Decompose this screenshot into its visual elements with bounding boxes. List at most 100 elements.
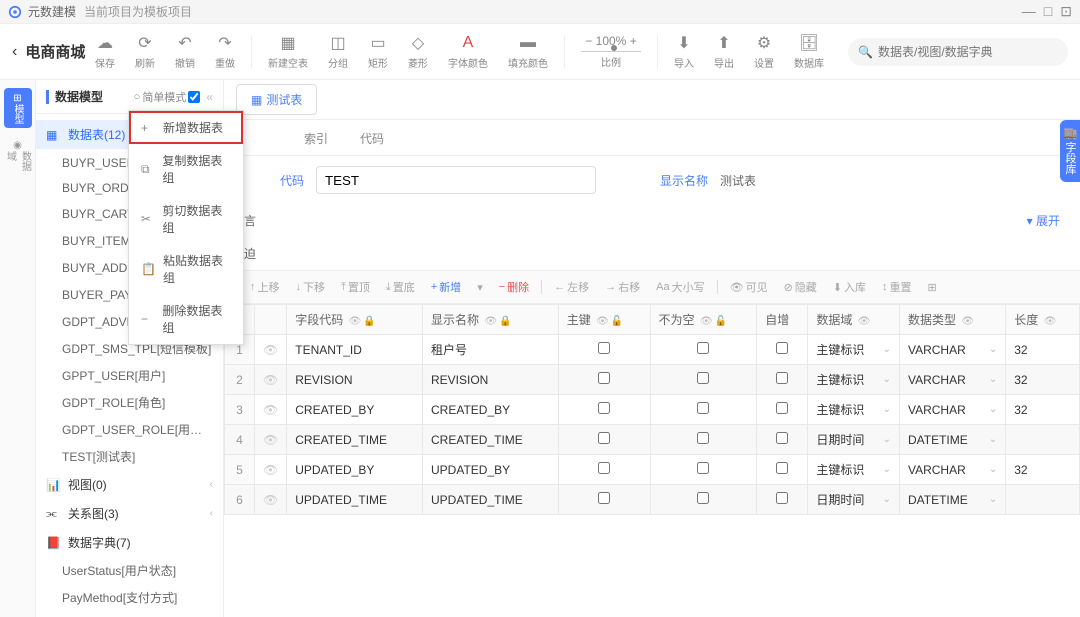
cell-name[interactable]: UPDATED_TIME [423,485,559,515]
cell-code[interactable]: UPDATED_TIME [287,485,423,515]
cell-type[interactable]: VARCHAR⌄ [899,365,1005,395]
cell-length[interactable]: 32 [1006,365,1080,395]
cell-length[interactable]: 32 [1006,395,1080,425]
col-length[interactable]: 长度 👁 [1006,305,1080,335]
visibility-icon[interactable]: 👁 [255,485,287,515]
field-library-button[interactable]: 🏬字段库 [1060,120,1080,182]
cell-length[interactable] [1006,425,1080,455]
cell-type[interactable]: VARCHAR⌄ [899,335,1005,365]
visibility-icon[interactable]: 👁 [255,365,287,395]
visibility-icon[interactable]: 👁 [255,335,287,365]
rect-button[interactable]: ▭矩形 [360,31,396,72]
cell-name[interactable]: REVISION [423,365,559,395]
col-domain[interactable]: 数据域 👁 [808,305,900,335]
table-row[interactable]: 4👁CREATED_TIMECREATED_TIME日期时间⌄DATETIME⌄ [225,425,1080,455]
cell-name[interactable]: CREATED_BY [423,395,559,425]
table-row[interactable]: 5👁UPDATED_BYUPDATED_BY主键标识⌄VARCHAR⌄32 [225,455,1080,485]
tree-item[interactable]: GPPT_USER[用户] [36,362,223,389]
tb-right[interactable]: →右移 [599,277,646,297]
cell-notnull[interactable] [650,365,757,395]
search-input[interactable] [848,38,1068,66]
cell-notnull[interactable] [650,425,757,455]
cell-name[interactable]: UPDATED_BY [423,455,559,485]
tb-del[interactable]: −删除 [493,277,535,297]
tb-reset[interactable]: ↕重置 [876,277,918,297]
tree-item[interactable]: GDPT_USER_ROLE[用户角色] [36,416,223,443]
cell-domain[interactable]: 日期时间⌄ [808,425,900,455]
rail-model[interactable]: ⊞模型 [4,88,32,128]
font-color-button[interactable]: A字体颜色 [440,31,496,72]
menu-copy-group[interactable]: ⧉复制数据表组 [129,144,243,194]
database-button[interactable]: 🗄数据库 [786,31,832,72]
tab-test-table[interactable]: ▦ 测试表 [236,84,317,115]
cell-name[interactable]: CREATED_TIME [423,425,559,455]
cell-code[interactable]: TENANT_ID [287,335,423,365]
tb-show[interactable]: 👁可见 [724,277,774,297]
tree-item[interactable]: PayMethod[支付方式] [36,584,223,611]
tb-store[interactable]: ⬇入库 [827,277,872,297]
subtab-code[interactable]: 代码 [356,130,388,155]
shape-button[interactable]: ◇菱形 [400,31,436,72]
tb-top[interactable]: ⤒置顶 [335,277,376,297]
cell-type[interactable]: VARCHAR⌄ [899,395,1005,425]
cell-pk[interactable] [558,335,650,365]
tree-item[interactable]: TEST[测试表] [36,443,223,470]
cell-length[interactable]: 32 [1006,335,1080,365]
visibility-icon[interactable]: 👁 [255,425,287,455]
maximize-button[interactable]: □ [1044,3,1052,20]
col-autoinc[interactable]: 自增 [757,305,808,335]
save-button[interactable]: ☁保存 [87,31,123,72]
cell-domain[interactable]: 主键标识⌄ [808,395,900,425]
cell-domain[interactable]: 日期时间⌄ [808,485,900,515]
tree-group-relations[interactable]: ⫘ 关系图(3) ‹ [36,499,223,528]
import-button[interactable]: ⬇导入 [666,31,702,72]
cell-pk[interactable] [558,425,650,455]
tb-left[interactable]: ←左移 [548,277,595,297]
tb-dropdown[interactable]: ▾ [471,279,489,296]
minimize-button[interactable]: — [1022,3,1036,20]
cell-autoinc[interactable] [757,455,808,485]
cell-notnull[interactable] [650,335,757,365]
table-row[interactable]: 6👁UPDATED_TIMEUPDATED_TIME日期时间⌄DATETIME⌄ [225,485,1080,515]
col-notnull[interactable]: 不为空 👁🔓 [650,305,757,335]
zoom-out-icon[interactable]: − [585,34,592,48]
tb-more[interactable]: ⊞ [922,279,943,296]
simple-mode-toggle[interactable]: ○简单模式 [134,89,201,105]
collapse-icon[interactable]: « [206,90,213,104]
tb-case[interactable]: Aa大小写 [650,277,710,297]
cell-pk[interactable] [558,395,650,425]
cell-notnull[interactable] [650,485,757,515]
cell-pk[interactable] [558,455,650,485]
tree-item[interactable]: InvoiceType[发票类型] [36,611,223,617]
zoom-control[interactable]: − 100% + 比例 [573,32,649,71]
col-pk[interactable]: 主键 👁🔓 [558,305,650,335]
tree-group-views[interactable]: 📊 视图(0) ‹ [36,470,223,499]
tb-down[interactable]: ↓下移 [290,277,332,297]
cell-autoinc[interactable] [757,365,808,395]
cell-name[interactable]: 租户号 [423,335,559,365]
tree-item[interactable]: UserStatus[用户状态] [36,557,223,584]
redo-button[interactable]: ↷重做 [207,31,243,72]
tb-add[interactable]: +新增 [425,277,467,297]
rail-domain[interactable]: ◉数据域 [4,140,32,180]
visibility-icon[interactable]: 👁 [255,455,287,485]
tree-item[interactable]: GDPT_ROLE[角色] [36,389,223,416]
subtab-index[interactable]: 索引 [300,130,332,155]
cell-notnull[interactable] [650,395,757,425]
fill-color-button[interactable]: ▬填充颜色 [500,31,556,72]
cell-autoinc[interactable] [757,485,808,515]
cell-length[interactable] [1006,485,1080,515]
menu-paste-group[interactable]: 📋粘贴数据表组 [129,244,243,294]
cell-autoinc[interactable] [757,335,808,365]
cell-code[interactable]: UPDATED_BY [287,455,423,485]
undo-button[interactable]: ↶撤销 [167,31,203,72]
cell-code[interactable]: REVISION [287,365,423,395]
cell-domain[interactable]: 主键标识⌄ [808,365,900,395]
col-field-code[interactable]: 字段代码 👁🔒 [287,305,423,335]
code-input[interactable] [316,166,596,194]
cell-pk[interactable] [558,485,650,515]
table-row[interactable]: 2👁REVISIONREVISION主键标识⌄VARCHAR⌄32 [225,365,1080,395]
col-type[interactable]: 数据类型 👁 [899,305,1005,335]
expand-button[interactable]: ▾ 展开 [1027,212,1060,229]
col-display-name[interactable]: 显示名称 👁🔒 [423,305,559,335]
